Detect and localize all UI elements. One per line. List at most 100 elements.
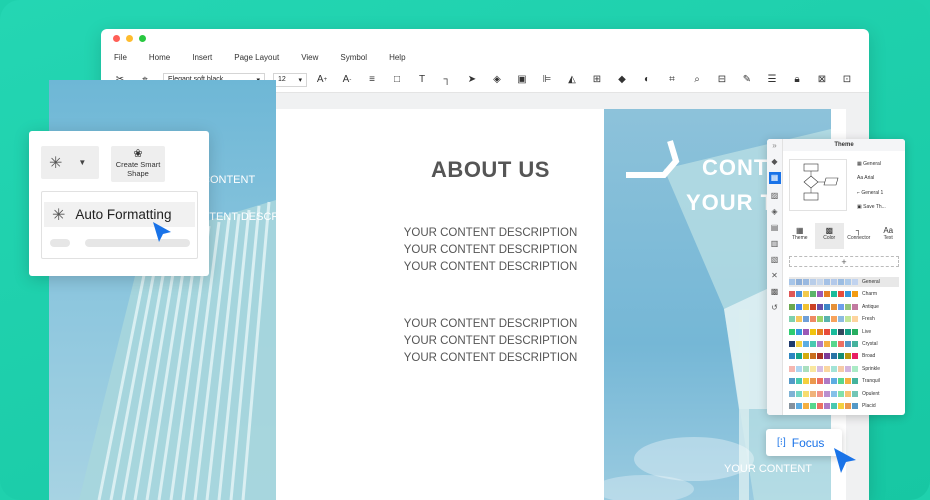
expand-icon[interactable]: ✕ xyxy=(767,271,782,280)
connector-tab-icon: ┐ xyxy=(855,226,862,235)
page-icon[interactable]: ▤ xyxy=(767,223,782,232)
lock-icon[interactable]: 🔒︎ xyxy=(790,73,804,87)
shape-dropdown-button[interactable]: ✳ ▼ xyxy=(41,146,99,179)
menu-symbol[interactable]: Symbol xyxy=(340,53,367,62)
color-scheme-row[interactable]: Broad xyxy=(789,351,875,361)
focus-button[interactable]: [⁝] Focus xyxy=(766,429,842,456)
close-window-button[interactable] xyxy=(113,34,120,42)
preview-item-label: General xyxy=(863,161,881,167)
menu-page-layout[interactable]: Page Layout xyxy=(234,53,279,62)
color-swatch xyxy=(845,365,851,372)
shape-style-icon[interactable]: ◐ xyxy=(640,73,654,87)
increase-font-icon[interactable]: A + xyxy=(315,73,329,87)
color-swatch xyxy=(810,316,816,323)
color-scheme-row[interactable]: Live xyxy=(789,327,871,337)
pointer-icon[interactable]: ➤ xyxy=(465,73,479,87)
theme-preview[interactable] xyxy=(789,159,847,211)
menu-help[interactable]: Help xyxy=(389,53,405,62)
connector-icon[interactable]: ┐ xyxy=(440,73,454,87)
note-icon[interactable]: ⊟ xyxy=(715,73,729,87)
line-style-icon[interactable]: ☰ xyxy=(765,73,779,87)
sparkle-icon: ✳ xyxy=(52,206,66,224)
color-swatch xyxy=(845,291,851,298)
preview-item-label: Save Th... xyxy=(863,204,886,210)
crop-icon[interactable]: ⌗ xyxy=(665,73,679,87)
color-swatch xyxy=(817,291,823,298)
text-icon[interactable]: T xyxy=(415,73,429,87)
color-swatch xyxy=(824,328,830,335)
tab-label: Theme xyxy=(791,235,808,241)
create-smart-shape-button[interactable]: ❀ Create Smart Shape xyxy=(111,146,165,182)
color-scheme-row[interactable]: Sprinkle xyxy=(789,364,880,374)
color-tab-icon: ▩ xyxy=(825,226,834,235)
color-swatch xyxy=(852,341,858,347)
layers-icon[interactable]: ◈ xyxy=(767,207,782,216)
color-swatch xyxy=(845,353,851,360)
presentation-icon[interactable]: ▩ xyxy=(767,287,782,296)
color-scheme-row[interactable]: Charm xyxy=(789,289,877,299)
tab-theme[interactable]: ▦ Theme xyxy=(785,223,815,249)
close-box-icon[interactable]: ⊠ xyxy=(815,73,829,87)
color-swatch xyxy=(831,328,837,335)
color-scheme-row[interactable]: Opulent xyxy=(789,389,880,399)
fill-icon[interactable]: ◆ xyxy=(767,157,782,166)
color-scheme-name: Tranquil xyxy=(862,378,880,385)
tab-text[interactable]: Aa Text xyxy=(874,223,904,249)
color-scheme-row[interactable]: Fresh xyxy=(789,314,875,324)
color-scheme-row[interactable]: General xyxy=(789,277,899,287)
color-swatch xyxy=(796,378,802,385)
decrease-font-icon[interactable]: A- xyxy=(340,73,354,87)
search-icon[interactable]: ⌕ xyxy=(690,73,704,87)
distribute-icon[interactable]: ⊞ xyxy=(590,73,604,87)
color-swatch xyxy=(845,341,851,347)
color-scheme-name: Opulent xyxy=(862,390,880,397)
theme-side-toolbar: » ◆ ▦ ▨ ◈ ▤ ▥ ▧ ✕ ▩ ↺ xyxy=(767,139,783,415)
add-scheme-button[interactable]: + xyxy=(789,256,899,267)
group-icon[interactable]: ▣ xyxy=(515,73,529,87)
corner-bracket-shape xyxy=(626,140,680,178)
color-scheme-row[interactable]: Antique xyxy=(789,302,879,312)
maximize-window-button[interactable] xyxy=(139,34,146,42)
more-tools-icon[interactable]: ⊡ xyxy=(840,73,854,87)
attachment-icon[interactable]: ▧ xyxy=(767,255,782,264)
data-icon[interactable]: ▥ xyxy=(767,239,782,248)
color-swatch xyxy=(810,403,816,409)
history-icon[interactable]: ↺ xyxy=(767,303,782,312)
align-icon[interactable]: ≡ xyxy=(365,73,379,87)
theme-icon[interactable]: ▦ xyxy=(768,172,781,184)
color-swatch xyxy=(817,341,823,347)
theme-panel-title: Theme xyxy=(783,139,905,151)
fill-color-icon[interactable]: ◆ xyxy=(615,73,629,87)
rectangle-icon[interactable]: □ xyxy=(390,73,404,87)
color-swatch xyxy=(810,328,816,335)
pen-color-icon[interactable]: ✎ xyxy=(740,73,754,87)
minimize-window-button[interactable] xyxy=(126,34,133,42)
align-left-icon[interactable]: ⊫ xyxy=(540,73,554,87)
color-swatch xyxy=(838,353,844,360)
color-swatch xyxy=(845,328,851,335)
layers-icon[interactable]: ◈ xyxy=(490,73,504,87)
preview-item-general-1[interactable]: ⌐ General 1 xyxy=(857,190,883,196)
flip-icon[interactable]: ◭ xyxy=(565,73,579,87)
color-scheme-row[interactable]: Tranquil xyxy=(789,376,880,386)
tab-connector[interactable]: ┐ Connector xyxy=(844,223,874,249)
chevron-down-icon: ▾ xyxy=(298,76,302,84)
color-scheme-row[interactable]: Placid xyxy=(789,401,876,411)
collapse-icon[interactable]: » xyxy=(767,141,782,150)
preview-item-general[interactable]: ▦ General xyxy=(857,161,881,167)
color-swatch xyxy=(803,303,809,310)
tab-color[interactable]: ▩ Color xyxy=(814,223,844,249)
preview-item-arial[interactable]: Aa Arial xyxy=(857,175,874,181)
image-icon[interactable]: ▨ xyxy=(767,191,782,200)
menu-insert[interactable]: Insert xyxy=(192,53,212,62)
menu-file[interactable]: File xyxy=(114,53,127,62)
font-size-select[interactable]: 12 ▾ xyxy=(273,72,307,87)
color-swatch xyxy=(838,403,844,409)
menu-home[interactable]: Home xyxy=(149,53,170,62)
description-line: YOUR CONTENT DESCRIPTION xyxy=(403,244,578,256)
preview-item-save-theme[interactable]: ▣ Save Th... xyxy=(857,204,886,210)
color-swatch xyxy=(824,291,830,298)
description-line: YOUR CONTENT DESCRIPTION xyxy=(403,261,578,273)
menu-view[interactable]: View xyxy=(301,53,318,62)
color-scheme-row[interactable]: Crystal xyxy=(789,339,878,349)
